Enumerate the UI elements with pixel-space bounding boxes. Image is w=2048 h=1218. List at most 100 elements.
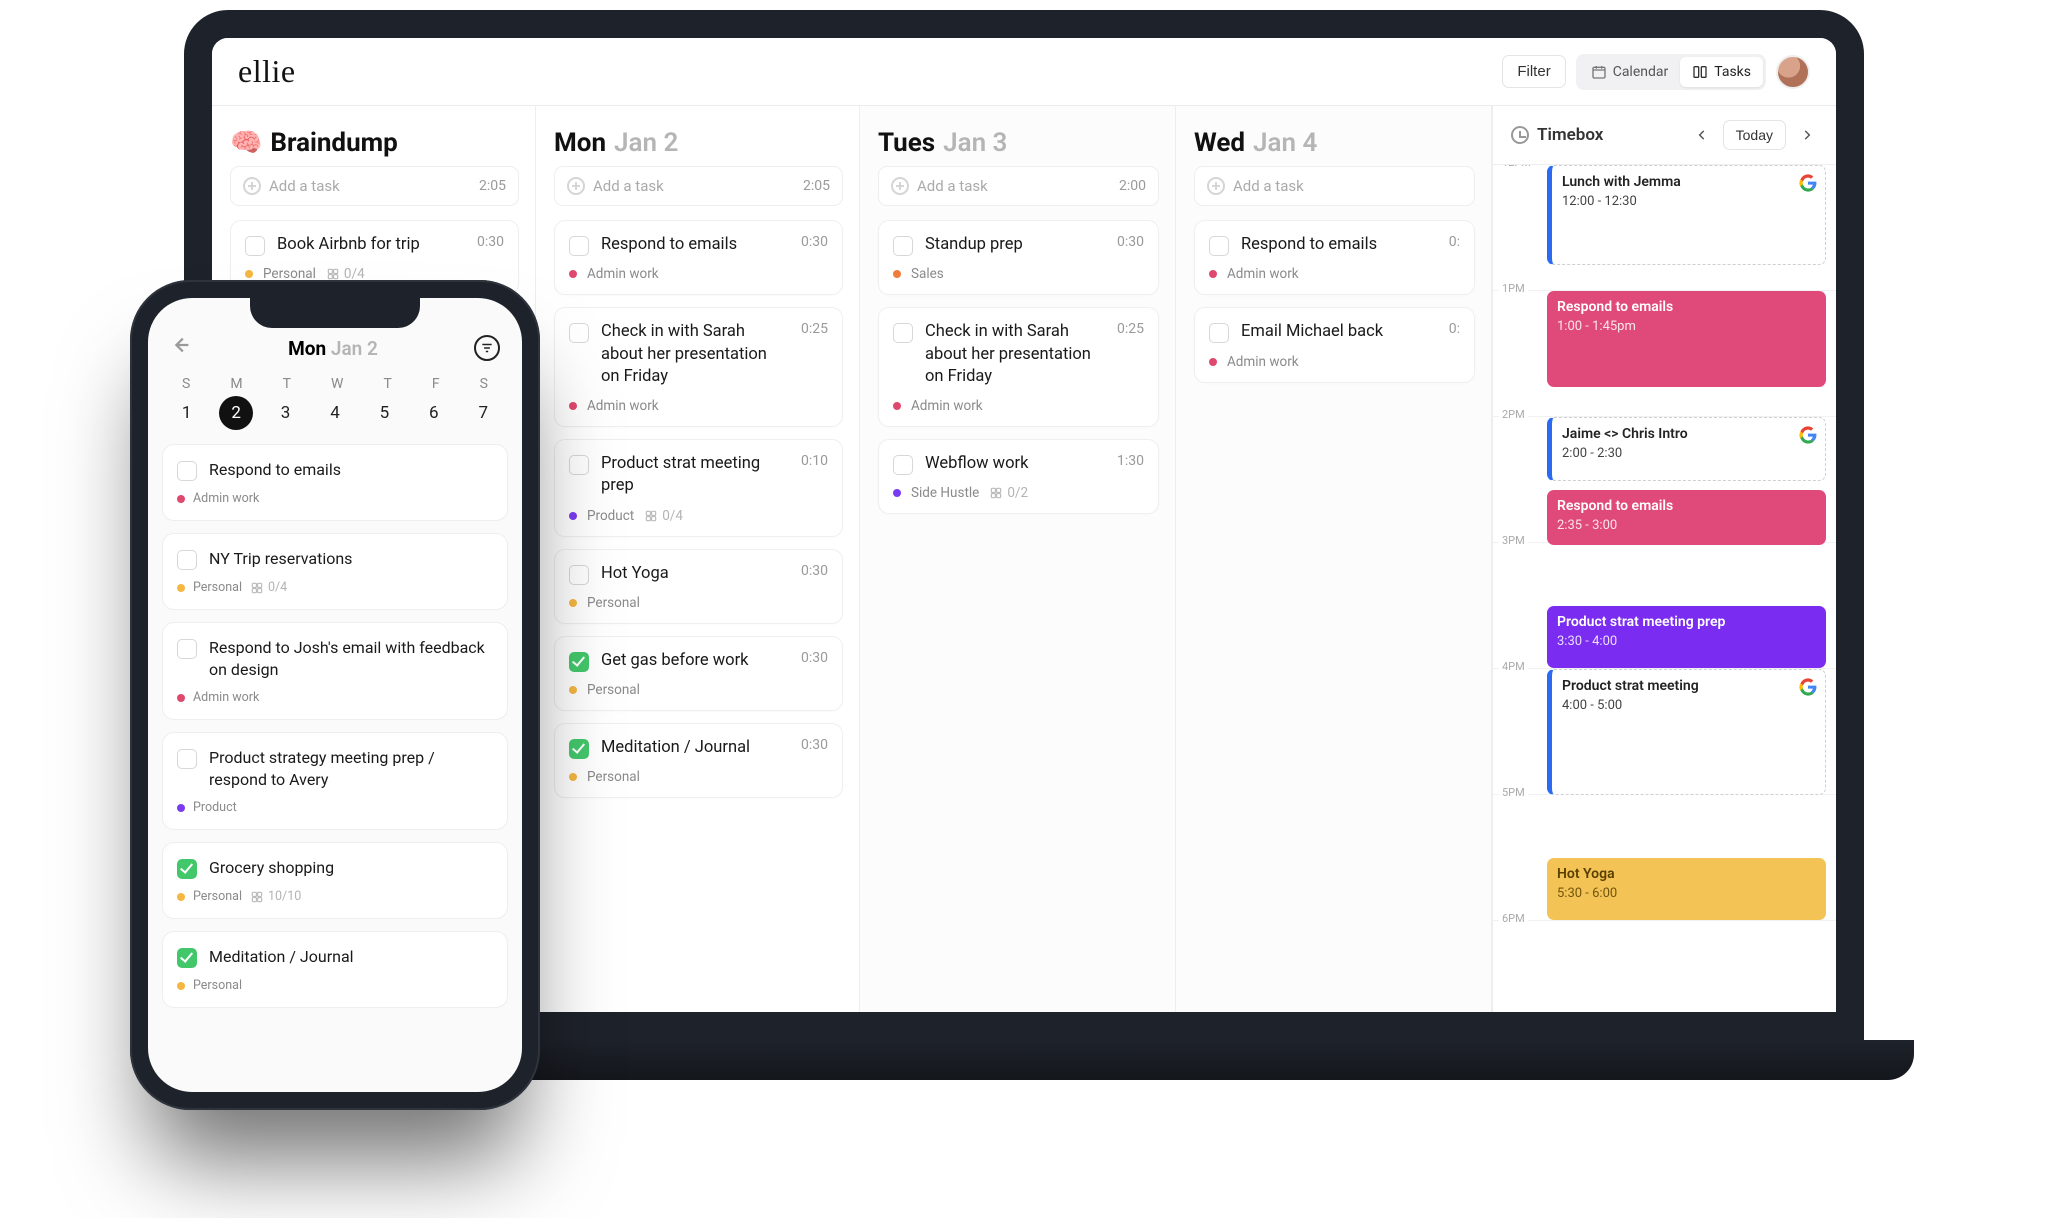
day-add-task[interactable]: Add a task 2:00 bbox=[878, 166, 1159, 206]
task-card[interactable]: Email Michael back 0: Admin work bbox=[1194, 307, 1475, 382]
task-checkbox[interactable] bbox=[569, 652, 589, 672]
date-cell[interactable]: 4 bbox=[318, 396, 352, 430]
task-card[interactable]: NY Trip reservations Personal 0/4 bbox=[162, 533, 508, 610]
plus-icon bbox=[891, 177, 909, 195]
phone-filter[interactable] bbox=[474, 335, 500, 361]
phone-weekdays: SMTWTFS bbox=[148, 370, 522, 396]
calendar-event[interactable]: Respond to emails 1:00 - 1:45pm bbox=[1547, 291, 1826, 387]
hour-label: 5PM bbox=[1499, 786, 1528, 799]
calendar-event[interactable]: Hot Yoga 5:30 - 6:00 bbox=[1547, 858, 1826, 920]
task-card[interactable]: Product strat meeting prep 0:10 Product … bbox=[554, 439, 843, 537]
task-card[interactable]: Standup prep 0:30 Sales bbox=[878, 220, 1159, 295]
task-card[interactable]: Grocery shopping Personal 10/10 bbox=[162, 842, 508, 919]
category-dot bbox=[569, 599, 577, 607]
task-checkbox[interactable] bbox=[569, 236, 589, 256]
timebox-today[interactable]: Today bbox=[1723, 120, 1786, 150]
arrow-left-icon bbox=[170, 334, 192, 356]
date-cell[interactable]: 2 bbox=[219, 396, 253, 430]
task-card[interactable]: Hot Yoga 0:30 Personal bbox=[554, 549, 843, 624]
task-card[interactable]: Respond to emails 0: Admin work bbox=[1194, 220, 1475, 295]
tasks-icon bbox=[1692, 64, 1708, 80]
task-tag: Personal bbox=[193, 889, 242, 904]
event-title: Respond to emails bbox=[1557, 498, 1816, 516]
task-checkbox[interactable] bbox=[1209, 236, 1229, 256]
task-title: Check in with Sarah about her presentati… bbox=[601, 321, 789, 388]
calendar-event[interactable]: Product strat meeting 4:00 - 5:00 bbox=[1547, 669, 1826, 795]
add-task-time: 2:00 bbox=[1119, 178, 1146, 194]
task-checkbox[interactable] bbox=[177, 639, 197, 659]
timebox-prev[interactable] bbox=[1691, 124, 1713, 146]
task-checkbox[interactable] bbox=[893, 236, 913, 256]
category-dot bbox=[177, 982, 185, 990]
task-card[interactable]: Respond to Josh's email with feedback on… bbox=[162, 622, 508, 720]
task-tag: Product bbox=[193, 800, 237, 815]
task-card[interactable]: Respond to emails Admin work bbox=[162, 444, 508, 521]
phone-dates: 1234567 bbox=[148, 396, 522, 444]
google-icon bbox=[1799, 678, 1817, 696]
date-cell[interactable]: 5 bbox=[367, 396, 401, 430]
task-card[interactable]: Respond to emails 0:30 Admin work bbox=[554, 220, 843, 295]
task-card[interactable]: Meditation / Journal 0:30 Personal bbox=[554, 723, 843, 798]
task-checkbox[interactable] bbox=[893, 455, 913, 475]
day-column: Wed Jan 4 Add a task Respond to emails 0… bbox=[1176, 106, 1492, 1012]
task-tag: Admin work bbox=[587, 398, 659, 414]
calendar-icon bbox=[1591, 64, 1607, 80]
task-checkbox[interactable] bbox=[569, 455, 589, 475]
calendar-event[interactable]: Respond to emails 2:35 - 3:00 bbox=[1547, 490, 1826, 545]
filter-button[interactable]: Filter bbox=[1502, 55, 1565, 88]
task-checkbox[interactable] bbox=[245, 236, 265, 256]
task-checkbox[interactable] bbox=[893, 323, 913, 343]
task-card[interactable]: Meditation / Journal Personal bbox=[162, 931, 508, 1008]
braindump-title-text: Braindump bbox=[270, 128, 397, 158]
task-checkbox[interactable] bbox=[177, 550, 197, 570]
category-dot bbox=[569, 270, 577, 278]
app-logo: ellie bbox=[238, 53, 296, 90]
subtask-count: 0/4 bbox=[250, 580, 287, 595]
braindump-title: 🧠 Braindump bbox=[230, 128, 519, 158]
calendar-tab-label: Calendar bbox=[1613, 64, 1669, 80]
task-card[interactable]: Check in with Sarah about her presentati… bbox=[554, 307, 843, 427]
avatar[interactable] bbox=[1776, 55, 1810, 89]
task-checkbox[interactable] bbox=[1209, 323, 1229, 343]
date-cell[interactable]: 7 bbox=[466, 396, 500, 430]
task-checkbox[interactable] bbox=[177, 859, 197, 879]
task-checkbox[interactable] bbox=[569, 565, 589, 585]
phone-mockup: Mon Jan 2 SMTWTFS 1234567 Respond to ema… bbox=[130, 280, 540, 1110]
calendar-event[interactable]: Jaime <> Chris Intro 2:00 - 2:30 bbox=[1547, 417, 1826, 481]
task-duration: 0:30 bbox=[801, 563, 828, 579]
timebox-next[interactable] bbox=[1796, 124, 1818, 146]
day-add-task[interactable]: Add a task bbox=[1194, 166, 1475, 206]
tasks-tab[interactable]: Tasks bbox=[1680, 57, 1763, 87]
task-tag: Personal bbox=[193, 978, 242, 993]
task-checkbox[interactable] bbox=[177, 749, 197, 769]
category-dot bbox=[177, 584, 185, 592]
task-title: Check in with Sarah about her presentati… bbox=[925, 321, 1105, 388]
calendar-event[interactable]: Lunch with Jemma 12:00 - 12:30 bbox=[1547, 165, 1826, 265]
date-cell[interactable]: 6 bbox=[417, 396, 451, 430]
task-card[interactable]: Product strategy meeting prep / respond … bbox=[162, 732, 508, 830]
calendar-event[interactable]: Product strat meeting prep 3:30 - 4:00 bbox=[1547, 606, 1826, 668]
category-dot bbox=[1209, 270, 1217, 278]
date-cell[interactable]: 3 bbox=[269, 396, 303, 430]
event-time: 2:00 - 2:30 bbox=[1562, 446, 1815, 462]
braindump-add-task[interactable]: Add a task 2:05 bbox=[230, 166, 519, 206]
task-checkbox[interactable] bbox=[177, 948, 197, 968]
task-checkbox[interactable] bbox=[569, 323, 589, 343]
filter-icon bbox=[480, 341, 494, 355]
task-title: Respond to emails bbox=[1241, 234, 1437, 256]
task-card[interactable]: Webflow work 1:30 Side Hustle 0/2 bbox=[878, 439, 1159, 514]
task-tag: Admin work bbox=[1227, 266, 1299, 282]
task-card[interactable]: Get gas before work 0:30 Personal bbox=[554, 636, 843, 711]
task-title: Respond to emails bbox=[209, 459, 341, 481]
phone-back[interactable] bbox=[170, 334, 192, 362]
add-task-time: 2:05 bbox=[479, 178, 506, 194]
calendar-tab[interactable]: Calendar bbox=[1579, 57, 1681, 87]
date-cell[interactable]: 1 bbox=[170, 396, 204, 430]
task-tag: Personal bbox=[587, 682, 640, 698]
timebox-panel: Timebox Today bbox=[1492, 106, 1836, 1012]
task-checkbox[interactable] bbox=[569, 739, 589, 759]
task-card[interactable]: Check in with Sarah about her presentati… bbox=[878, 307, 1159, 427]
day-add-task[interactable]: Add a task 2:05 bbox=[554, 166, 843, 206]
add-task-placeholder: Add a task bbox=[269, 177, 340, 195]
task-checkbox[interactable] bbox=[177, 461, 197, 481]
